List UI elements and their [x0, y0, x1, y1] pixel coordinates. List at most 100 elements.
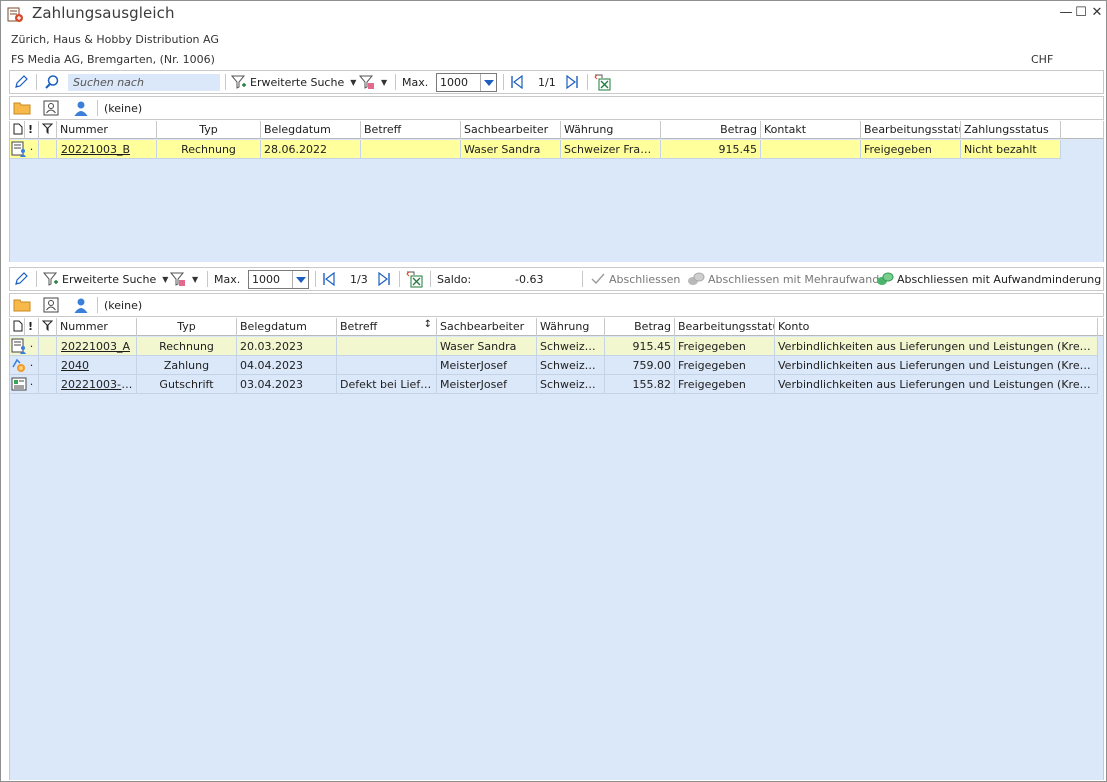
window-title: Zahlungsausgleich [32, 4, 175, 22]
filter-column-header[interactable] [39, 318, 57, 336]
person-icon [74, 101, 88, 116]
extended-search-button[interactable]: Erweiterte Suche ▼ [231, 71, 356, 93]
column-header[interactable]: Bearbeitungsstatus [675, 318, 775, 336]
filter-icon [41, 320, 54, 332]
column-header[interactable]: Währung [561, 121, 661, 139]
last-page-button[interactable] [377, 268, 391, 290]
filter-add-icon [43, 272, 58, 286]
nummer-link[interactable]: 20221003_A [57, 337, 137, 356]
search-button[interactable] [44, 71, 60, 93]
bearbeitungsstatus-cell: Freigegeben [675, 375, 775, 394]
dropdown-button[interactable] [292, 271, 308, 288]
close-out-extra-button[interactable]: Abschliessen mit Mehraufwand [687, 268, 879, 290]
pager-label: 1/1 [538, 75, 556, 89]
table-row[interactable]: · 20221003_B Rechnung 28.06.2022 Waser S… [10, 140, 1061, 159]
priority-column-header[interactable]: ! [25, 121, 39, 139]
doc-column-header[interactable] [10, 318, 25, 336]
column-header[interactable]: Betrag [605, 318, 675, 336]
person-button[interactable] [73, 97, 89, 119]
folder-button[interactable] [13, 97, 31, 119]
waehrung-cell: Schweizer... [537, 356, 605, 375]
bearbeitungsstatus-cell: Freigegeben [861, 140, 961, 159]
bottom-grid-header: ! Nummer Typ Belegdatum Betreff ↕ Sachbe… [10, 318, 1103, 336]
currency-label: CHF [1031, 53, 1054, 66]
separator [430, 271, 431, 287]
folder-icon [13, 102, 31, 115]
excel-export-button[interactable] [406, 268, 423, 290]
first-page-button[interactable] [510, 71, 524, 93]
contact-card-button[interactable] [43, 294, 59, 316]
edit-button[interactable] [13, 268, 29, 290]
kontakt-cell [761, 140, 861, 159]
nummer-link[interactable]: 20221003_B [57, 140, 157, 159]
column-header[interactable]: Belegdatum [237, 318, 337, 336]
close-out-button[interactable]: Abschliessen [590, 268, 680, 290]
column-header[interactable]: Nummer [57, 318, 137, 336]
doc-column-header[interactable] [10, 121, 25, 139]
group-value: (keine) [104, 298, 143, 312]
row-dot: · [25, 337, 39, 356]
separator [97, 100, 98, 116]
table-row[interactable]: · 2040 Zahlung 04.04.2023 MeisterJosef S… [10, 356, 1098, 375]
edit-button[interactable] [13, 71, 29, 93]
column-header[interactable]: Bearbeitungsstatus [861, 121, 961, 139]
filter-options-button[interactable]: ▼ [359, 71, 387, 93]
separator [225, 74, 226, 90]
row-dot: · [25, 375, 39, 394]
checkmark-icon [591, 273, 605, 285]
pager-label: 1/3 [350, 272, 368, 286]
extended-search-button[interactable]: Erweiterte Suche ▼ [43, 268, 168, 290]
first-page-button[interactable] [322, 268, 336, 290]
folder-button[interactable] [13, 294, 31, 316]
nummer-link[interactable]: 20221003-GS [57, 375, 137, 394]
search-icon [45, 75, 59, 89]
person-button[interactable] [73, 294, 89, 316]
column-header[interactable]: Kontakt [761, 121, 861, 139]
contact-card-button[interactable] [43, 97, 59, 119]
column-header[interactable]: Belegdatum [261, 121, 361, 139]
column-header[interactable]: Konto [775, 318, 1098, 336]
table-row[interactable]: · 20221003-GS Gutschrift 03.04.2023 Defe… [10, 375, 1098, 394]
priority-column-header[interactable]: ! [25, 318, 39, 336]
dropdown-button[interactable] [480, 74, 496, 91]
search-input[interactable]: Suchen nach [68, 74, 220, 91]
saldo-value: -0.63 [515, 272, 544, 286]
maximize-button[interactable]: ☐ [1074, 5, 1088, 21]
close-out-label: Abschliessen [609, 272, 681, 286]
filter-options-button[interactable]: ▼ [170, 268, 198, 290]
excel-export-button[interactable] [594, 71, 611, 93]
green-coins-icon [877, 272, 894, 285]
column-header[interactable]: Betreff [361, 121, 461, 139]
max-select[interactable]: 1000 [248, 270, 309, 289]
document-icon [13, 123, 23, 135]
excel-export-icon [406, 271, 423, 287]
row-dot: · [25, 140, 39, 159]
nummer-link[interactable]: 2040 [57, 356, 137, 375]
bearbeitungsstatus-cell: Freigegeben [675, 337, 775, 356]
column-header[interactable]: Typ [137, 318, 237, 336]
saldo-label: Saldo: [437, 272, 472, 286]
extended-search-label: Erweiterte Suche [250, 75, 345, 89]
close-out-reduce-button[interactable]: Abschliessen mit Aufwandminderung [876, 268, 1101, 290]
pencil-icon [15, 272, 28, 285]
column-header[interactable]: Typ [157, 121, 261, 139]
max-label: Max. [214, 272, 241, 286]
column-header[interactable]: Sachbearbeiter [437, 318, 537, 336]
column-header[interactable]: Sachbearbeiter [461, 121, 561, 139]
betreff-column-header[interactable]: Betreff ↕ [337, 318, 437, 336]
column-header[interactable]: Währung [537, 318, 605, 336]
chevron-down-icon: ▼ [381, 77, 388, 87]
separator [315, 271, 316, 287]
betrag-cell: 915.45 [605, 337, 675, 356]
table-row[interactable]: · 20221003_A Rechnung 20.03.2023 Waser S… [10, 337, 1098, 356]
column-header[interactable]: Betrag [661, 121, 761, 139]
filter-column-header[interactable] [39, 121, 57, 139]
column-header[interactable]: Zahlungsstatus [961, 121, 1061, 139]
close-button[interactable]: ✕ [1090, 5, 1104, 21]
last-page-button[interactable] [565, 71, 579, 93]
max-select[interactable]: 1000 [436, 73, 497, 92]
column-header[interactable]: Nummer [57, 121, 157, 139]
row-filter-cell [39, 337, 57, 356]
top-group-bar: (keine) [9, 96, 1104, 120]
minimize-button[interactable]: — [1059, 5, 1073, 21]
